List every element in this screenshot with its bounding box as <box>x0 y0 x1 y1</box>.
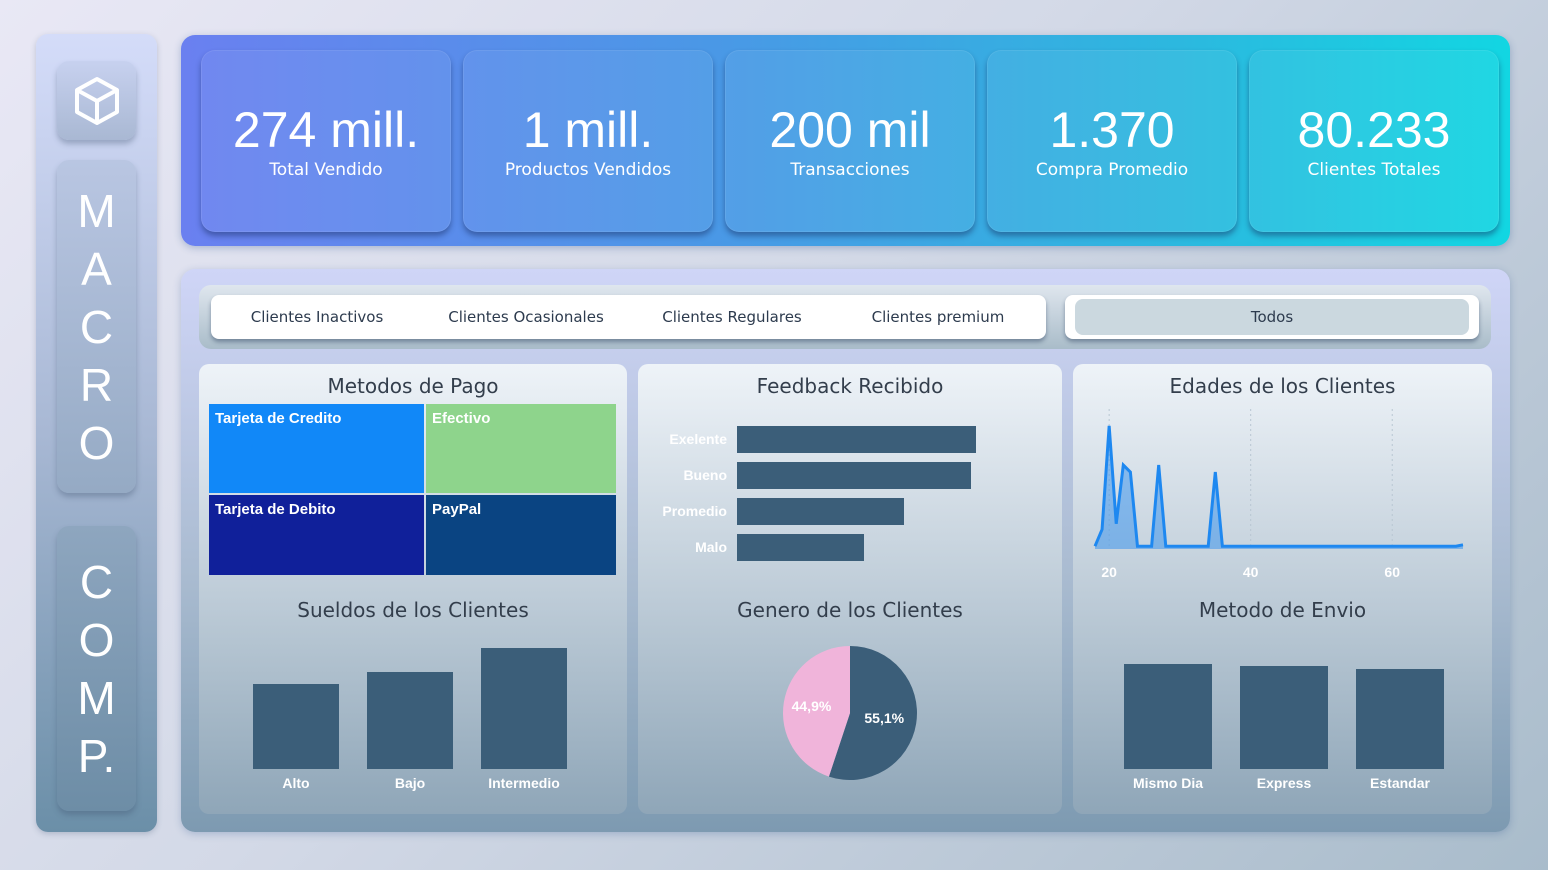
kpi-card-average-purchase: 1.370 Compra Promedio <box>987 50 1237 232</box>
sidebar: MACRO C O M P. <box>36 34 157 832</box>
bar-intermedio[interactable] <box>481 648 567 769</box>
feedback-bar-malo[interactable] <box>737 534 864 561</box>
feedback-category-label: Exelente <box>669 431 727 447</box>
bar-category-label: Intermedio <box>488 775 560 791</box>
kpi-value: 200 mil <box>769 102 931 158</box>
bar-express[interactable] <box>1240 666 1328 769</box>
brand-letter: M <box>77 184 116 237</box>
gender-pie-chart <box>783 646 917 780</box>
segment-premium-clients[interactable]: Clientes premium <box>835 295 1041 339</box>
salaries-title: Sueldos de los Clientes <box>297 598 529 622</box>
kpi-band: 274 mill. Total Vendido 1 mill. Producto… <box>181 35 1510 246</box>
bar-mismo-dia[interactable] <box>1124 664 1212 769</box>
feedback-title: Feedback Recibido <box>756 374 944 398</box>
kpi-label: Total Vendido <box>269 160 383 180</box>
kpi-value: 80.233 <box>1297 102 1451 158</box>
shipping-title: Metodo de Envio <box>1198 598 1367 622</box>
bar-category-label: Bajo <box>394 775 426 791</box>
gender-title: Genero de los Clientes <box>737 598 963 622</box>
brand-letter: O <box>78 416 115 469</box>
x-axis-tick-label: 40 <box>1242 564 1259 580</box>
card-ages-shipping: Edades de los Clientes Metodo de Envio M… <box>1073 364 1492 814</box>
cube-icon <box>74 76 119 125</box>
x-axis-tick-label: 60 <box>1384 564 1400 580</box>
kpi-value: 1.370 <box>1049 102 1175 158</box>
segment-all-label[interactable]: Todos <box>1075 299 1469 335</box>
brand-letter: M <box>77 671 116 724</box>
card-payment-salaries: Metodos de Pago Tarjeta de Credito Efect… <box>199 364 627 814</box>
bar-alto[interactable] <box>253 684 339 769</box>
segment-all[interactable]: Todos <box>1065 295 1479 339</box>
kpi-label: Clientes Totales <box>1307 160 1441 180</box>
bar-category-label: Express <box>1256 775 1312 791</box>
feedback-category-label: Promedio <box>662 503 727 519</box>
brand-letter: A <box>81 242 112 295</box>
x-axis-tick-label: 20 <box>1101 564 1117 580</box>
card-feedback-gender: Feedback Recibido Genero de los Clientes… <box>638 364 1062 814</box>
bar-category-label: Mismo Dia <box>1132 775 1203 791</box>
tile-credit-card[interactable]: Tarjeta de Credito <box>209 404 424 493</box>
kpi-label: Productos Vendidos <box>504 160 672 180</box>
age-series-line[interactable] <box>1093 425 1464 548</box>
bar-category-label: Alto <box>282 775 310 791</box>
feedback-bar-exelente[interactable] <box>737 426 976 453</box>
brand-letter: R <box>79 358 114 411</box>
feedback-category-label: Malo <box>695 539 727 555</box>
bar-bajo[interactable] <box>367 672 453 769</box>
age-area-fill <box>1095 425 1463 549</box>
tile-cash[interactable]: Efectivo <box>426 404 616 493</box>
brand-word-macro: MACRO <box>57 160 136 493</box>
kpi-card-transactions: 200 mil Transacciones <box>725 50 975 232</box>
pie-percent-label: 44,9% <box>791 698 832 715</box>
kpi-value: 1 mill. <box>522 102 654 158</box>
feedback-category-label: Bueno <box>683 467 727 483</box>
feedback-bar-bueno[interactable] <box>737 462 972 489</box>
kpi-card-total-clients: 80.233 Clientes Totales <box>1249 50 1499 232</box>
kpi-card-total-sold: 274 mill. Total Vendido <box>201 50 451 232</box>
feedback-bar-promedio[interactable] <box>737 498 905 525</box>
bar-category-label: Estandar <box>1370 775 1430 791</box>
kpi-value: 274 mill. <box>232 102 420 158</box>
ages-title: Edades de los Clientes <box>1169 374 1396 398</box>
segment-slicer: Clientes Inactivos Clientes Ocasionales … <box>199 285 1491 349</box>
logo-button[interactable] <box>57 61 136 140</box>
brand-letter: P. <box>77 729 116 782</box>
segment-occasional-clients[interactable]: Clientes Ocasionales <box>423 295 629 339</box>
segment-options: Clientes Inactivos Clientes Ocasionales … <box>211 295 1046 339</box>
tile-debit-card[interactable]: Tarjeta de Debito <box>209 495 424 575</box>
segment-regular-clients[interactable]: Clientes Regulares <box>629 295 835 339</box>
brand-word-comp: C O M P. <box>57 526 136 811</box>
main-panel: Clientes Inactivos Clientes Ocasionales … <box>181 269 1510 832</box>
bar-estandar[interactable] <box>1356 669 1444 769</box>
brand-letter: C <box>79 555 114 608</box>
age-area-chart <box>1093 409 1464 549</box>
brand-letter: O <box>78 613 115 666</box>
kpi-label: Transacciones <box>790 160 910 180</box>
payment-methods-title: Metodos de Pago <box>327 374 499 398</box>
tile-paypal[interactable]: PayPal <box>426 495 616 575</box>
pie-percent-label: 55,1% <box>864 709 905 726</box>
kpi-label: Compra Promedio <box>1035 160 1189 180</box>
kpi-card-products-sold: 1 mill. Productos Vendidos <box>463 50 713 232</box>
segment-inactive-clients[interactable]: Clientes Inactivos <box>211 295 423 339</box>
brand-letter: C <box>79 300 114 353</box>
